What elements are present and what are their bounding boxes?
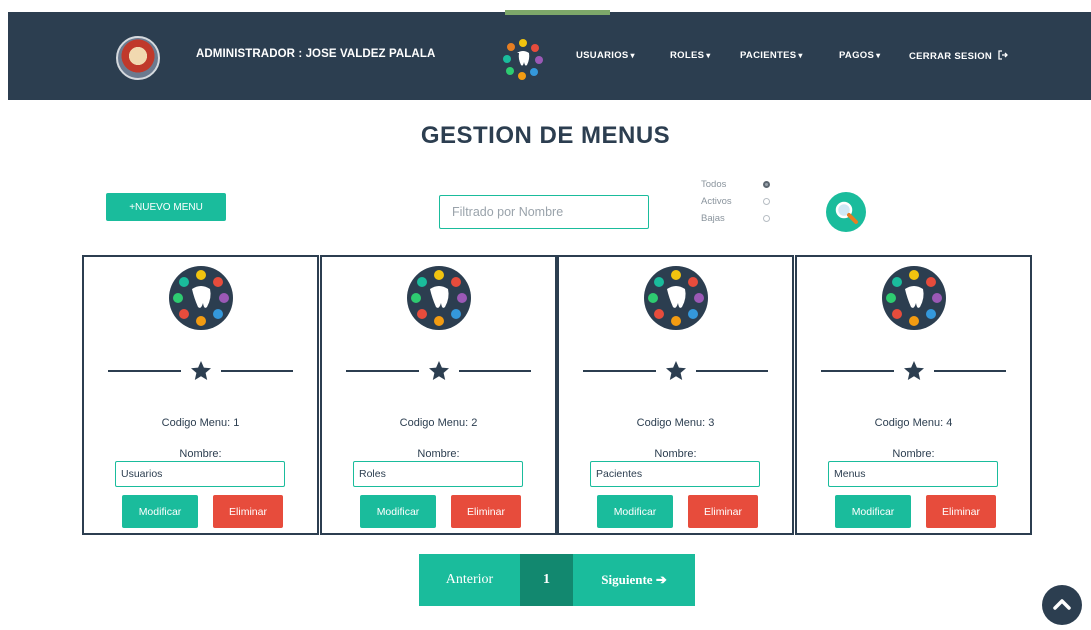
nav-pagos-label: PAGOS <box>839 50 875 61</box>
pagination: Anterior 1 Siguiente ➔ <box>419 554 695 606</box>
filter-bajas-label: Bajas <box>701 213 725 224</box>
nav-usuarios[interactable]: USUARIOS ▾ <box>576 50 635 61</box>
modify-button[interactable]: Modificar <box>597 495 673 528</box>
menu-code-label: Codigo Menu: 3 <box>636 417 715 429</box>
search-button[interactable] <box>826 192 866 232</box>
brand-logo[interactable] <box>116 36 160 80</box>
star-icon <box>665 361 686 380</box>
nav-usuarios-label: USUARIOS <box>576 50 629 61</box>
new-menu-button[interactable]: +NUEVO MENU <box>106 193 226 221</box>
star-icon <box>903 361 924 380</box>
sign-out-icon <box>998 50 1008 60</box>
page-title: GESTION DE MENUS <box>420 122 671 149</box>
chevron-up-icon <box>1053 599 1071 610</box>
menu-card-4: Codigo Menu: 4 Nombre: Modificar Elimina… <box>795 255 1032 535</box>
filter-bajas[interactable]: Bajas <box>701 210 770 227</box>
chevron-down-icon: ▾ <box>630 51 635 60</box>
filter-activos-label: Activos <box>701 196 732 207</box>
menu-code-label: Codigo Menu: 4 <box>874 417 953 429</box>
menu-card-3: Codigo Menu: 3 Nombre: Modificar Elimina… <box>557 255 794 535</box>
menu-code-label: Codigo Menu: 1 <box>161 417 240 429</box>
prev-page-button[interactable]: Anterior <box>419 554 520 606</box>
filter-todos-radio[interactable] <box>763 181 770 188</box>
menu-name-input[interactable] <box>115 461 285 487</box>
next-page-button[interactable]: Siguiente ➔ <box>573 554 695 606</box>
chevron-down-icon: ▾ <box>798 51 803 60</box>
nav-cerrar-sesion-label: CERRAR SESION <box>909 51 993 62</box>
chevron-down-icon: ▾ <box>706 51 711 60</box>
delete-button[interactable]: Eliminar <box>926 495 996 528</box>
menu-code-label: Codigo Menu: 2 <box>399 417 478 429</box>
filter-todos-label: Todos <box>701 179 727 190</box>
menu-card-1: Codigo Menu: 1 Nombre: Modificar Elimina… <box>82 255 319 535</box>
current-page-button[interactable]: 1 <box>520 554 573 606</box>
dental-clinic-icon <box>881 266 946 330</box>
menu-name-input[interactable] <box>590 461 760 487</box>
chevron-down-icon: ▾ <box>876 51 881 60</box>
nav-active-indicator <box>505 10 610 15</box>
modify-button[interactable]: Modificar <box>835 495 911 528</box>
menu-name-label: Nombre: <box>179 448 222 460</box>
menu-card-2: Codigo Menu: 2 Nombre: Modificar Elimina… <box>320 255 557 535</box>
delete-button[interactable]: Eliminar <box>688 495 758 528</box>
menu-name-label: Nombre: <box>417 448 460 460</box>
nav-roles[interactable]: ROLES ▾ <box>670 50 711 61</box>
menu-name-input[interactable] <box>353 461 523 487</box>
search-input[interactable] <box>439 195 649 229</box>
card-divider <box>346 360 531 382</box>
filter-activos[interactable]: Activos <box>701 193 770 210</box>
modify-button[interactable]: Modificar <box>360 495 436 528</box>
nav-pacientes[interactable]: PACIENTES ▾ <box>740 50 803 61</box>
delete-button[interactable]: Eliminar <box>213 495 283 528</box>
filter-activos-radio[interactable] <box>763 198 770 205</box>
nav-pagos[interactable]: PAGOS ▾ <box>839 50 880 61</box>
menu-name-label: Nombre: <box>892 448 935 460</box>
menu-name-label: Nombre: <box>654 448 697 460</box>
dental-clinic-icon <box>503 39 543 80</box>
filter-bajas-radio[interactable] <box>763 215 770 222</box>
search-icon <box>835 201 858 224</box>
modify-button[interactable]: Modificar <box>122 495 198 528</box>
dental-clinic-icon <box>406 266 471 330</box>
card-divider <box>821 360 1006 382</box>
delete-button[interactable]: Eliminar <box>451 495 521 528</box>
card-divider <box>583 360 768 382</box>
star-icon <box>428 361 449 380</box>
nav-cerrar-sesion[interactable]: CERRAR SESION <box>909 50 1008 62</box>
nav-pacientes-label: PACIENTES <box>740 50 797 61</box>
scroll-to-top-button[interactable] <box>1042 585 1082 625</box>
filter-todos[interactable]: Todos <box>701 176 770 193</box>
star-icon <box>190 361 211 380</box>
status-filter: Todos Activos Bajas <box>701 176 770 227</box>
top-navbar: ADMINISTRADOR : JOSE VALDEZ PALALA USUAR… <box>8 12 1091 100</box>
dental-clinic-icon <box>643 266 708 330</box>
card-divider <box>108 360 293 382</box>
nav-roles-label: ROLES <box>670 50 705 61</box>
menu-name-input[interactable] <box>828 461 998 487</box>
admin-label: ADMINISTRADOR : JOSE VALDEZ PALALA <box>196 48 436 60</box>
dental-clinic-icon <box>168 266 233 330</box>
